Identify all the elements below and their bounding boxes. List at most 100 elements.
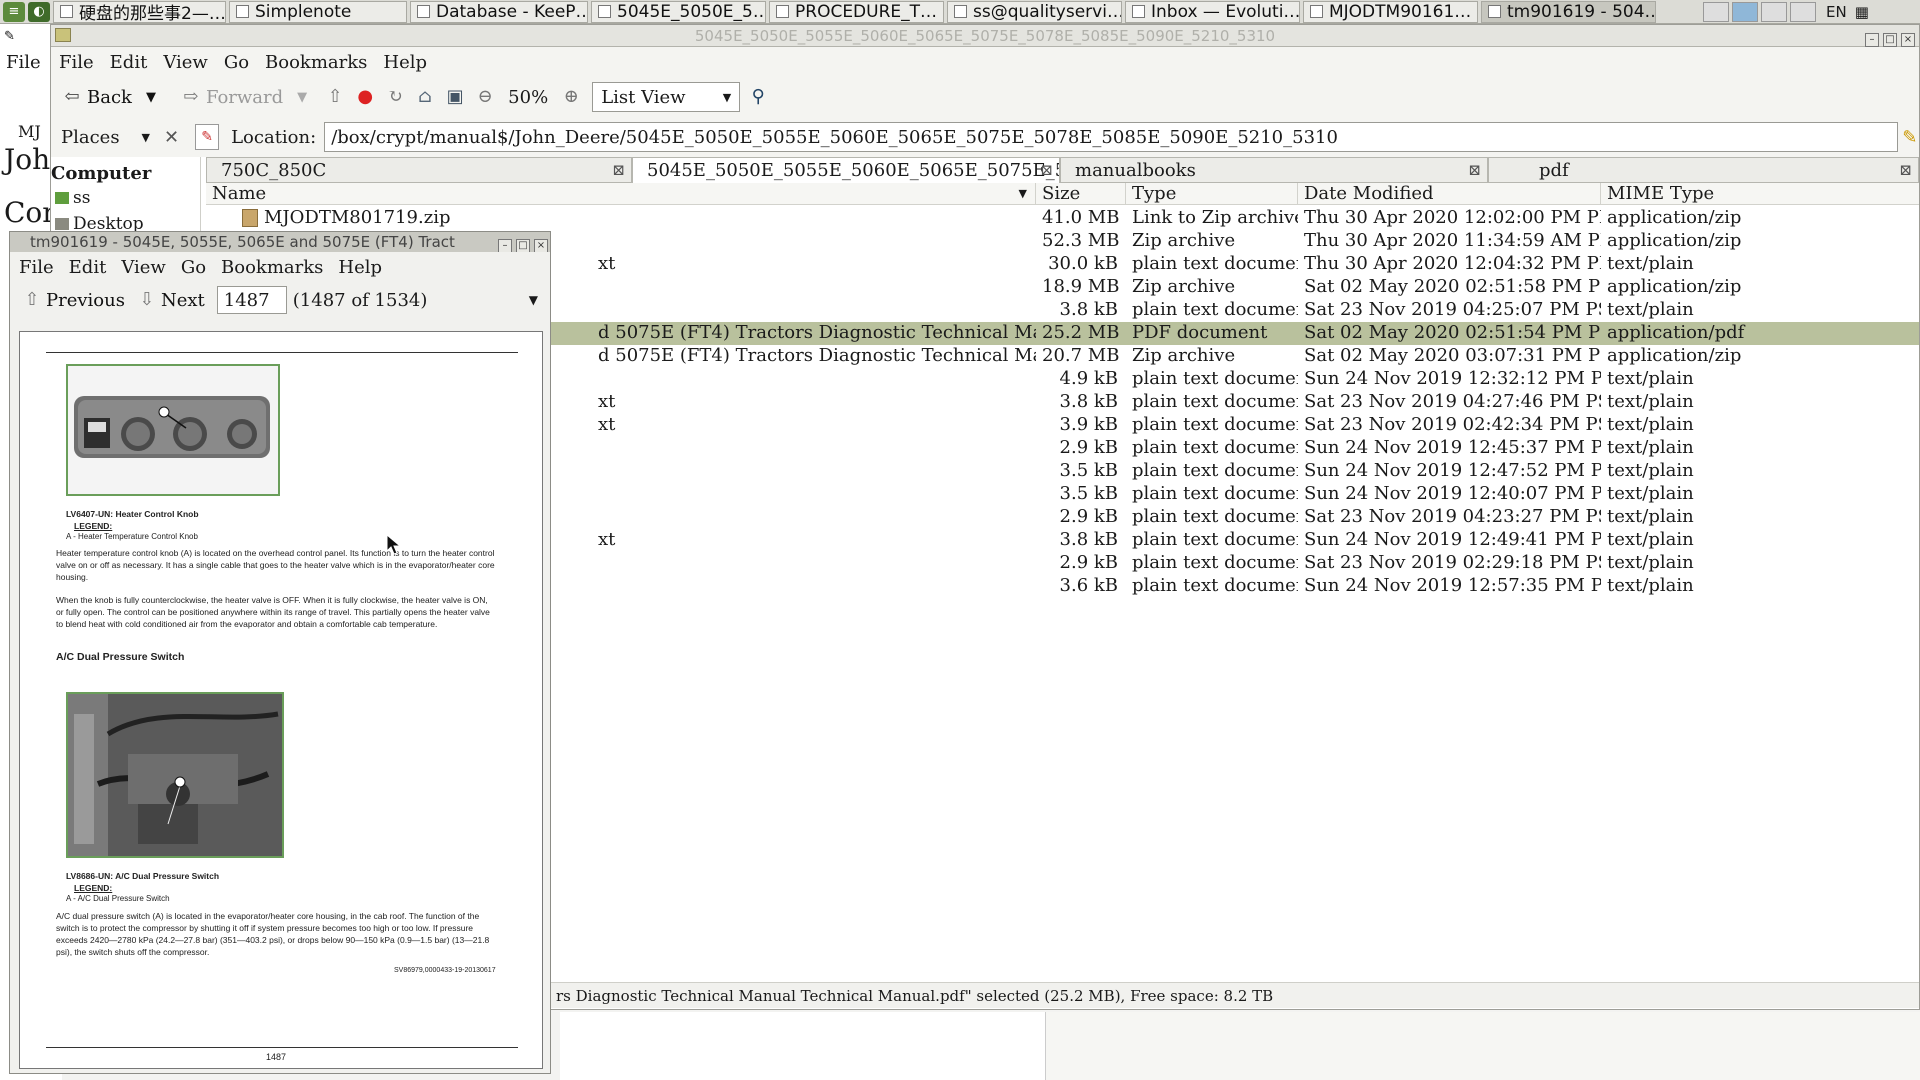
legend1-item: A - Heater Temperature Control Knob: [66, 532, 198, 541]
places-select[interactable]: Places ▼: [53, 122, 158, 152]
minimize-button[interactable]: –: [1865, 33, 1879, 47]
pdf-navbar: ⇧ Previous ⇩ Next 1487 (1487 of 1534) ▼: [10, 282, 550, 318]
close-button[interactable]: ×: [1901, 33, 1915, 47]
back-button[interactable]: ⇦ Back ▼: [51, 87, 162, 108]
taskbar-task[interactable]: ss@qualityservi…: [947, 0, 1122, 23]
file-date: Thu 30 Apr 2020 12:02:00 PM PDT: [1304, 207, 1601, 228]
menu-edit[interactable]: Edit: [102, 52, 156, 73]
task-app-icon: [1132, 5, 1145, 18]
pdf-menu-bookmarks[interactable]: Bookmarks: [212, 257, 329, 278]
file-size: 3.8 kB: [1059, 391, 1118, 412]
column-size[interactable]: Size: [1036, 183, 1126, 204]
pdf-maximize-button[interactable]: □: [516, 239, 530, 252]
taskbar-task[interactable]: Simplenote: [229, 0, 407, 23]
location-bar: Places ▼ ✕ ✎ Location: /box/crypt/manual$…: [51, 117, 1919, 157]
task-app-icon: [776, 5, 789, 18]
column-type[interactable]: Type: [1126, 183, 1298, 204]
pdf-menu-edit[interactable]: Edit: [60, 257, 113, 278]
folder-icon: [55, 28, 71, 42]
edit-location-icon[interactable]: ✎: [195, 124, 220, 150]
app-launcher-icon[interactable]: ◐: [28, 1, 50, 22]
task-label: Database - KeeP…: [436, 1, 588, 22]
close-tab-icon[interactable]: ⊠: [1468, 161, 1481, 179]
legend2-item: A - A/C Dual Pressure Switch: [66, 894, 170, 903]
workspace-4[interactable]: [1790, 2, 1816, 22]
reload-icon[interactable]: ↻: [385, 87, 405, 107]
tab-5045e[interactable]: 5045E_5050E_5055E_5060E_5065E_5075E_5… ⊠: [632, 157, 1060, 183]
taskbar-task[interactable]: tm901619 - 504…: [1481, 0, 1656, 23]
file-type: plain text document: [1132, 414, 1298, 435]
previous-page-button[interactable]: ⇧ Previous: [16, 290, 131, 311]
task-label: 硬盘的那些事2—…: [79, 4, 226, 23]
file-date: Sat 23 Nov 2019 04:23:27 PM PST: [1304, 506, 1601, 527]
file-size: 30.0 kB: [1048, 253, 1118, 274]
pdf-page[interactable]: LV6407-UN: Heater Control Knob LEGEND: A…: [19, 331, 543, 1069]
stop-icon[interactable]: ●: [355, 87, 375, 107]
tab-pdf[interactable]: pdf ⊠: [1488, 157, 1919, 183]
menu-file[interactable]: File: [51, 52, 102, 73]
file-row[interactable]: MJODTM801719.zip 41.0 MB Link to Zip archi…: [206, 207, 1919, 230]
pdf-menu-help[interactable]: Help: [329, 257, 388, 278]
up-icon[interactable]: ⇧: [325, 87, 345, 107]
search-icon[interactable]: ⚲: [748, 87, 768, 107]
column-name[interactable]: Name ▼: [206, 183, 1036, 204]
forward-history-icon[interactable]: ▼: [297, 90, 307, 105]
pdf-menu-file[interactable]: File: [10, 257, 60, 278]
close-tab-icon[interactable]: ⊠: [1040, 161, 1053, 179]
home-icon[interactable]: ⌂: [415, 87, 435, 107]
location-label: Location:: [231, 126, 317, 148]
page-number-input[interactable]: 1487: [216, 286, 287, 314]
workspace-2[interactable]: [1732, 2, 1758, 22]
maximize-button[interactable]: □: [1883, 33, 1897, 47]
window-titlebar[interactable]: 5045E_5050E_5055E_5060E_5065E_5075E_5078…: [51, 25, 1919, 47]
taskbar-task[interactable]: 硬盘的那些事2—…: [53, 0, 226, 23]
file-name: MJODTM801719.zip: [206, 207, 1036, 230]
menu-view[interactable]: View: [155, 52, 216, 73]
taskbar-task[interactable]: Inbox — Evoluti…: [1125, 0, 1300, 23]
menu-go[interactable]: Go: [216, 52, 257, 73]
menu-bookmarks[interactable]: Bookmarks: [257, 52, 375, 73]
taskbar-task[interactable]: 5045E_5050E_5…: [591, 0, 766, 23]
column-mime[interactable]: MIME Type: [1601, 183, 1751, 204]
pdf-minimize-button[interactable]: –: [498, 239, 512, 252]
taskbar-task[interactable]: Database - KeeP…: [410, 0, 588, 23]
close-tab-icon[interactable]: ⊠: [1899, 161, 1912, 179]
location-input[interactable]: /box/crypt/manual$/John_Deere/5045E_5050…: [324, 122, 1899, 152]
pdf-nav-menu-icon[interactable]: ▼: [529, 293, 538, 307]
file-size: 2.9 kB: [1059, 552, 1118, 573]
menu-icon[interactable]: ≡: [3, 1, 25, 22]
tray-icon[interactable]: ▦: [1855, 3, 1869, 21]
back-history-icon[interactable]: ▼: [146, 90, 156, 105]
workspace-1[interactable]: [1703, 2, 1729, 22]
file-size: 20.7 MB: [1042, 345, 1120, 366]
tab-manualbooks[interactable]: manualbooks ⊠: [1060, 157, 1488, 183]
forward-button[interactable]: ⇨ Forward ▼: [170, 87, 313, 108]
zoom-in-icon[interactable]: ⊕: [561, 87, 581, 107]
file-date: Sat 02 May 2020 02:51:58 PM PDT: [1304, 276, 1601, 297]
pdf-close-button[interactable]: ×: [534, 239, 548, 252]
sidebar-item-ss[interactable]: ss: [51, 188, 200, 208]
zoom-out-icon[interactable]: ⊖: [475, 87, 495, 107]
tab-750c[interactable]: 750C_850C ⊠: [206, 157, 632, 183]
file-type: plain text document: [1132, 483, 1298, 504]
pdf-menu-go[interactable]: Go: [172, 257, 212, 278]
pdf-menu-view[interactable]: View: [112, 257, 172, 278]
task-label: Simplenote: [255, 1, 352, 22]
clear-location-icon[interactable]: ✎: [1902, 127, 1917, 148]
taskbar-task[interactable]: PROCEDURE_T…: [769, 0, 944, 23]
computer-icon[interactable]: ▣: [445, 87, 465, 107]
pdf-titlebar[interactable]: tm901619 - 5045E, 5055E, 5065E and 5075E…: [10, 232, 550, 252]
next-page-button[interactable]: ⇩ Next: [131, 290, 211, 311]
language-indicator[interactable]: EN: [1826, 3, 1847, 21]
close-tab-icon[interactable]: ⊠: [612, 161, 625, 179]
file-date: Sat 23 Nov 2019 04:25:07 PM PST: [1304, 299, 1601, 320]
file-date: Sun 24 Nov 2019 12:49:41 PM PST: [1304, 529, 1601, 550]
view-mode-select[interactable]: List View ▼: [592, 82, 741, 112]
file-mime: text/plain: [1607, 529, 1694, 550]
column-date[interactable]: Date Modified: [1298, 183, 1601, 204]
close-sidebar-icon[interactable]: ✕: [164, 127, 179, 148]
menu-help[interactable]: Help: [375, 52, 435, 73]
taskbar-task[interactable]: MJODTM90161…: [1303, 0, 1478, 23]
file-mime: text/plain: [1607, 506, 1694, 527]
workspace-3[interactable]: [1761, 2, 1787, 22]
